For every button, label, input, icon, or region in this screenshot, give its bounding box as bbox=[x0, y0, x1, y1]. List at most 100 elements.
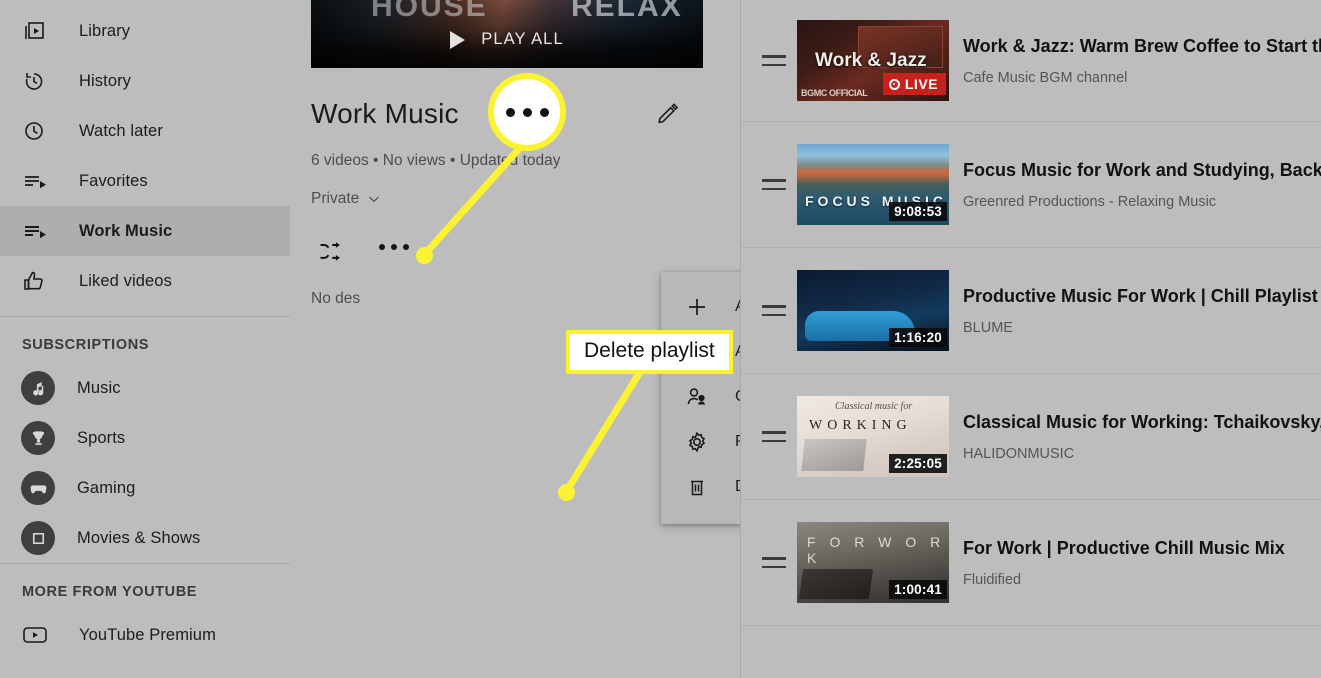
menu-item-playlist-settings[interactable]: Playlist Settings bbox=[661, 419, 740, 464]
trash-icon bbox=[685, 475, 719, 499]
live-dot-icon bbox=[888, 78, 900, 90]
video-channel[interactable]: Fluidified bbox=[963, 572, 1321, 588]
person-add-icon bbox=[685, 385, 719, 409]
sidebar-item-liked-videos[interactable]: Liked videos bbox=[0, 256, 290, 306]
video-meta: Classical Music for Working: Tchaikovsky… bbox=[963, 411, 1321, 463]
video-channel[interactable]: Greenred Productions - Relaxing Music bbox=[963, 194, 1321, 210]
video-title[interactable]: Focus Music for Work and Studying, Backg bbox=[963, 159, 1321, 182]
playlist-more-options-button[interactable] bbox=[379, 244, 409, 250]
playlist-description: No des bbox=[311, 290, 361, 307]
thumbnail-text: Work & Jazz bbox=[815, 50, 927, 71]
playlist-icon bbox=[22, 167, 58, 195]
thumbnail-subtext: Classical music for bbox=[835, 401, 913, 412]
add-to-playlist-icon bbox=[685, 340, 719, 364]
video-duration: 2:25:05 bbox=[889, 454, 947, 473]
drag-handle-icon[interactable] bbox=[751, 557, 797, 568]
trophy-icon bbox=[21, 421, 55, 455]
sidebar-item-sports[interactable]: Sports bbox=[0, 413, 290, 463]
menu-item-label: Add videos bbox=[735, 298, 740, 316]
banner-word-left: HOUSE bbox=[371, 0, 488, 23]
video-channel[interactable]: HALIDONMUSIC bbox=[963, 446, 1321, 462]
sidebar-item-label: Sports bbox=[77, 428, 126, 447]
sidebar-library-group: Library History Watch later Favorites Wo… bbox=[0, 0, 290, 316]
thumbnail-text: WORKING bbox=[809, 418, 912, 433]
menu-item-label: Collaborate bbox=[735, 388, 740, 406]
play-all-button[interactable]: PLAY ALL bbox=[311, 30, 703, 49]
status-badge: LIVE bbox=[882, 73, 946, 95]
menu-item-collaborate[interactable]: Collaborate bbox=[661, 374, 740, 419]
menu-item-label: Playlist Settings bbox=[735, 433, 740, 451]
drag-handle-icon[interactable] bbox=[751, 179, 797, 190]
kebab-dot bbox=[379, 244, 385, 250]
playlist-options-menu: Add videos Add all to... Collaborate bbox=[661, 272, 740, 524]
playlist-title-row: Work Music bbox=[311, 92, 703, 136]
sidebar-item-library[interactable]: Library bbox=[0, 6, 290, 56]
table-row[interactable]: Work & Jazz BGMC OFFICIAL LIVE Work & Ja… bbox=[741, 0, 1321, 122]
drag-handle-icon[interactable] bbox=[751, 305, 797, 316]
subscriptions-header: SUBSCRIPTIONS bbox=[22, 337, 150, 353]
library-icon bbox=[22, 17, 58, 45]
sidebar-item-label: Favorites bbox=[79, 171, 148, 190]
sidebar-item-watch-later[interactable]: Watch later bbox=[0, 106, 290, 156]
privacy-label: Private bbox=[311, 190, 360, 207]
sidebar: Library History Watch later Favorites Wo… bbox=[0, 0, 290, 678]
drag-handle-icon[interactable] bbox=[751, 431, 797, 442]
film-icon bbox=[21, 521, 55, 555]
live-label: LIVE bbox=[904, 76, 938, 92]
video-thumbnail[interactable]: Work & Jazz BGMC OFFICIAL LIVE bbox=[797, 20, 949, 101]
video-title[interactable]: Work & Jazz: Warm Brew Coffee to Start t… bbox=[963, 35, 1321, 58]
video-thumbnail[interactable]: Classical music for WORKING 2:25:05 bbox=[797, 396, 949, 477]
video-thumbnail[interactable]: F O R W O R K 1:00:41 bbox=[797, 522, 949, 603]
sidebar-item-label: Music bbox=[77, 378, 121, 397]
sidebar-item-label: YouTube Premium bbox=[79, 625, 216, 644]
menu-item-label: Add all to... bbox=[735, 343, 740, 361]
edit-title-pencil-icon[interactable] bbox=[655, 100, 681, 131]
video-title[interactable]: Productive Music For Work | Chill Playli… bbox=[963, 285, 1321, 308]
sidebar-item-gaming[interactable]: Gaming bbox=[0, 463, 290, 513]
video-duration: 1:00:41 bbox=[889, 580, 947, 599]
sidebar-item-favorites[interactable]: Favorites bbox=[0, 156, 290, 206]
table-row[interactable]: FOCUS MUSIC 9:08:53 Focus Music for Work… bbox=[741, 122, 1321, 248]
banner-word-right: RELAX bbox=[571, 0, 683, 23]
play-icon bbox=[450, 30, 466, 49]
more-from-youtube-header: MORE FROM YOUTUBE bbox=[22, 584, 198, 600]
sidebar-item-youtube-premium[interactable]: YouTube Premium bbox=[0, 610, 290, 660]
playlist-video-list: Work & Jazz BGMC OFFICIAL LIVE Work & Ja… bbox=[740, 0, 1321, 678]
plus-icon bbox=[685, 295, 719, 319]
playlist-meta: 6 videos • No views • Updated today bbox=[311, 152, 561, 169]
table-row[interactable]: Classical music for WORKING 2:25:05 Clas… bbox=[741, 374, 1321, 500]
thumbnail-art bbox=[801, 439, 867, 471]
playlist-actions-row bbox=[311, 238, 703, 272]
sidebar-item-label: Liked videos bbox=[79, 271, 172, 290]
video-title[interactable]: Classical Music for Working: Tchaikovsky… bbox=[963, 411, 1321, 434]
sidebar-item-work-music[interactable]: Work Music bbox=[0, 206, 290, 256]
table-row[interactable]: 1:16:20 Productive Music For Work | Chil… bbox=[741, 248, 1321, 374]
sidebar-item-music[interactable]: Music bbox=[0, 363, 290, 413]
table-row[interactable]: F O R W O R K 1:00:41 For Work | Product… bbox=[741, 500, 1321, 626]
video-channel[interactable]: Cafe Music BGM channel bbox=[963, 70, 1321, 86]
youtube-icon bbox=[22, 621, 58, 649]
video-channel[interactable]: BLUME bbox=[963, 320, 1321, 336]
sidebar-item-label: Movies & Shows bbox=[77, 528, 201, 547]
video-meta: Productive Music For Work | Chill Playli… bbox=[963, 285, 1321, 337]
menu-item-delete-playlist[interactable]: Delete playlist bbox=[661, 464, 740, 509]
video-title[interactable]: For Work | Productive Chill Music Mix bbox=[963, 537, 1321, 560]
playlist-privacy-dropdown[interactable]: Private bbox=[311, 190, 382, 208]
video-duration: 1:16:20 bbox=[889, 328, 947, 347]
thumbnail-text: F O R W O R K bbox=[807, 534, 946, 566]
sidebar-item-movies-shows[interactable]: Movies & Shows bbox=[0, 513, 290, 563]
drag-handle-icon[interactable] bbox=[751, 55, 797, 66]
video-thumbnail[interactable]: 1:16:20 bbox=[797, 270, 949, 351]
menu-item-add-videos[interactable]: Add videos bbox=[661, 284, 740, 329]
gear-icon bbox=[685, 430, 719, 454]
sidebar-item-label: Work Music bbox=[79, 221, 173, 240]
kebab-dot bbox=[403, 244, 409, 250]
chevron-down-icon bbox=[369, 196, 380, 203]
sidebar-item-history[interactable]: History bbox=[0, 56, 290, 106]
menu-item-add-all-to[interactable]: Add all to... bbox=[661, 329, 740, 374]
thumbs-up-icon bbox=[22, 267, 58, 295]
shuffle-icon[interactable] bbox=[315, 238, 347, 271]
video-meta: Work & Jazz: Warm Brew Coffee to Start t… bbox=[963, 35, 1321, 87]
video-thumbnail[interactable]: FOCUS MUSIC 9:08:53 bbox=[797, 144, 949, 225]
music-note-icon bbox=[21, 371, 55, 405]
